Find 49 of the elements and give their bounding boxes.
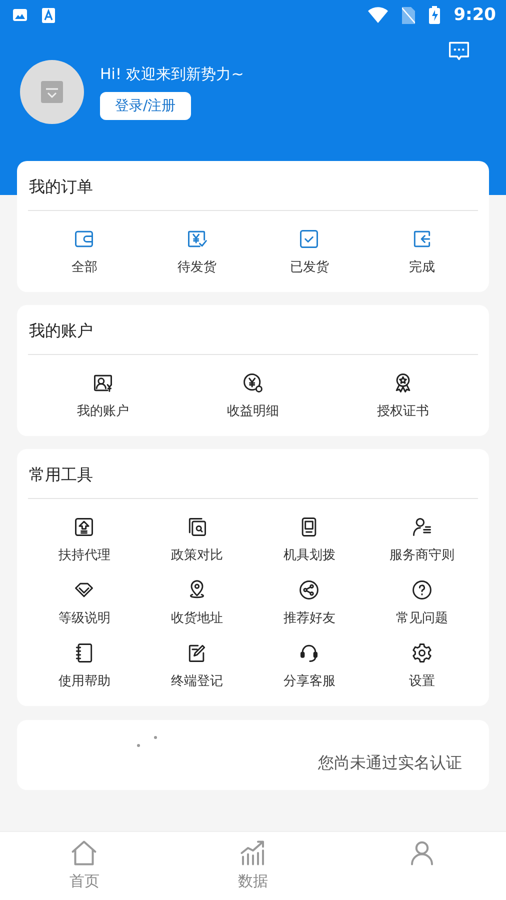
menu-item[interactable]: 我的账户 (28, 363, 178, 426)
menu-item[interactable]: 机具划拨 (253, 507, 366, 570)
menu-item[interactable]: 完成 (366, 219, 478, 282)
wallet-icon (73, 228, 96, 250)
nav-tab[interactable]: 数据 (168, 832, 338, 900)
menu-item[interactable]: 常见问题 (366, 570, 478, 633)
menu-item[interactable]: 服务商守则 (366, 507, 478, 570)
menu-item[interactable]: 授权证书 (328, 363, 478, 426)
user-card-icon (92, 372, 114, 394)
login-register-button[interactable]: 登录/注册 (100, 92, 191, 120)
menu-item[interactable]: 分享客服 (253, 633, 366, 696)
status-time: 9:20 (454, 5, 496, 25)
yen-check-icon (186, 228, 208, 250)
menu-item[interactable]: 已发货 (253, 219, 366, 282)
menu-item[interactable]: 待发货 (140, 219, 253, 282)
welcome-text: Hi! 欢迎来到新势力~ (100, 64, 244, 84)
menu-item[interactable]: 收货地址 (140, 570, 253, 633)
wifi-icon (368, 7, 388, 23)
section-title: 常用工具 (28, 464, 94, 486)
help-circle-icon (410, 579, 433, 601)
dot (154, 736, 157, 739)
share-icon (298, 579, 320, 601)
image-icon (12, 7, 28, 23)
home-icon (69, 838, 100, 868)
menu-item[interactable]: 全部 (28, 219, 140, 282)
menu-item[interactable]: 等级说明 (28, 570, 140, 633)
letter-a-icon (42, 8, 55, 22)
menu-item[interactable]: 收益明细 (178, 363, 328, 426)
section-title: 我的订单 (28, 176, 94, 198)
chat-bubble-icon[interactable] (448, 40, 470, 62)
no-sim-icon (402, 6, 415, 24)
menu-item[interactable]: 使用帮助 (28, 633, 140, 696)
checkbox-icon (298, 228, 320, 250)
gear-icon (410, 642, 433, 664)
section-title: 我的账户 (28, 320, 94, 342)
user-list-icon (410, 516, 433, 538)
menu-item[interactable]: 设置 (366, 633, 478, 696)
headset-icon (298, 642, 320, 664)
verification-notice: 您尚未通过实名认证 (318, 752, 462, 774)
nav-tab[interactable]: 首页 (0, 832, 169, 900)
menu-item[interactable]: 扶持代理 (28, 507, 140, 570)
app-logo-icon (41, 81, 63, 103)
dot (137, 744, 140, 747)
upload-box-icon (73, 516, 96, 538)
yen-coin-icon (242, 372, 264, 394)
menu-item[interactable]: 推荐好友 (253, 570, 366, 633)
battery-charging-icon (428, 6, 440, 24)
menu-item[interactable]: 终端登记 (140, 633, 253, 696)
menu-item[interactable]: 政策对比 (140, 507, 253, 570)
